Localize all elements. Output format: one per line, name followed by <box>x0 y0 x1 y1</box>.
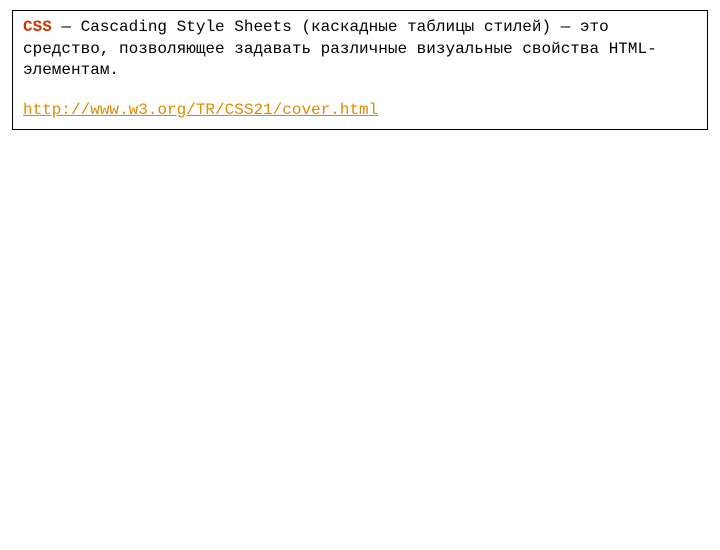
definition-paragraph: CSS — Cascading Style Sheets (каскадные … <box>23 17 697 82</box>
w3c-spec-link[interactable]: http://www.w3.org/TR/CSS21/cover.html <box>23 101 378 119</box>
blank-line <box>23 82 697 100</box>
definition-text: — Cascading Style Sheets (каскадные табл… <box>23 18 657 79</box>
definition-box: CSS — Cascading Style Sheets (каскадные … <box>12 10 708 130</box>
css-term: CSS <box>23 18 52 36</box>
